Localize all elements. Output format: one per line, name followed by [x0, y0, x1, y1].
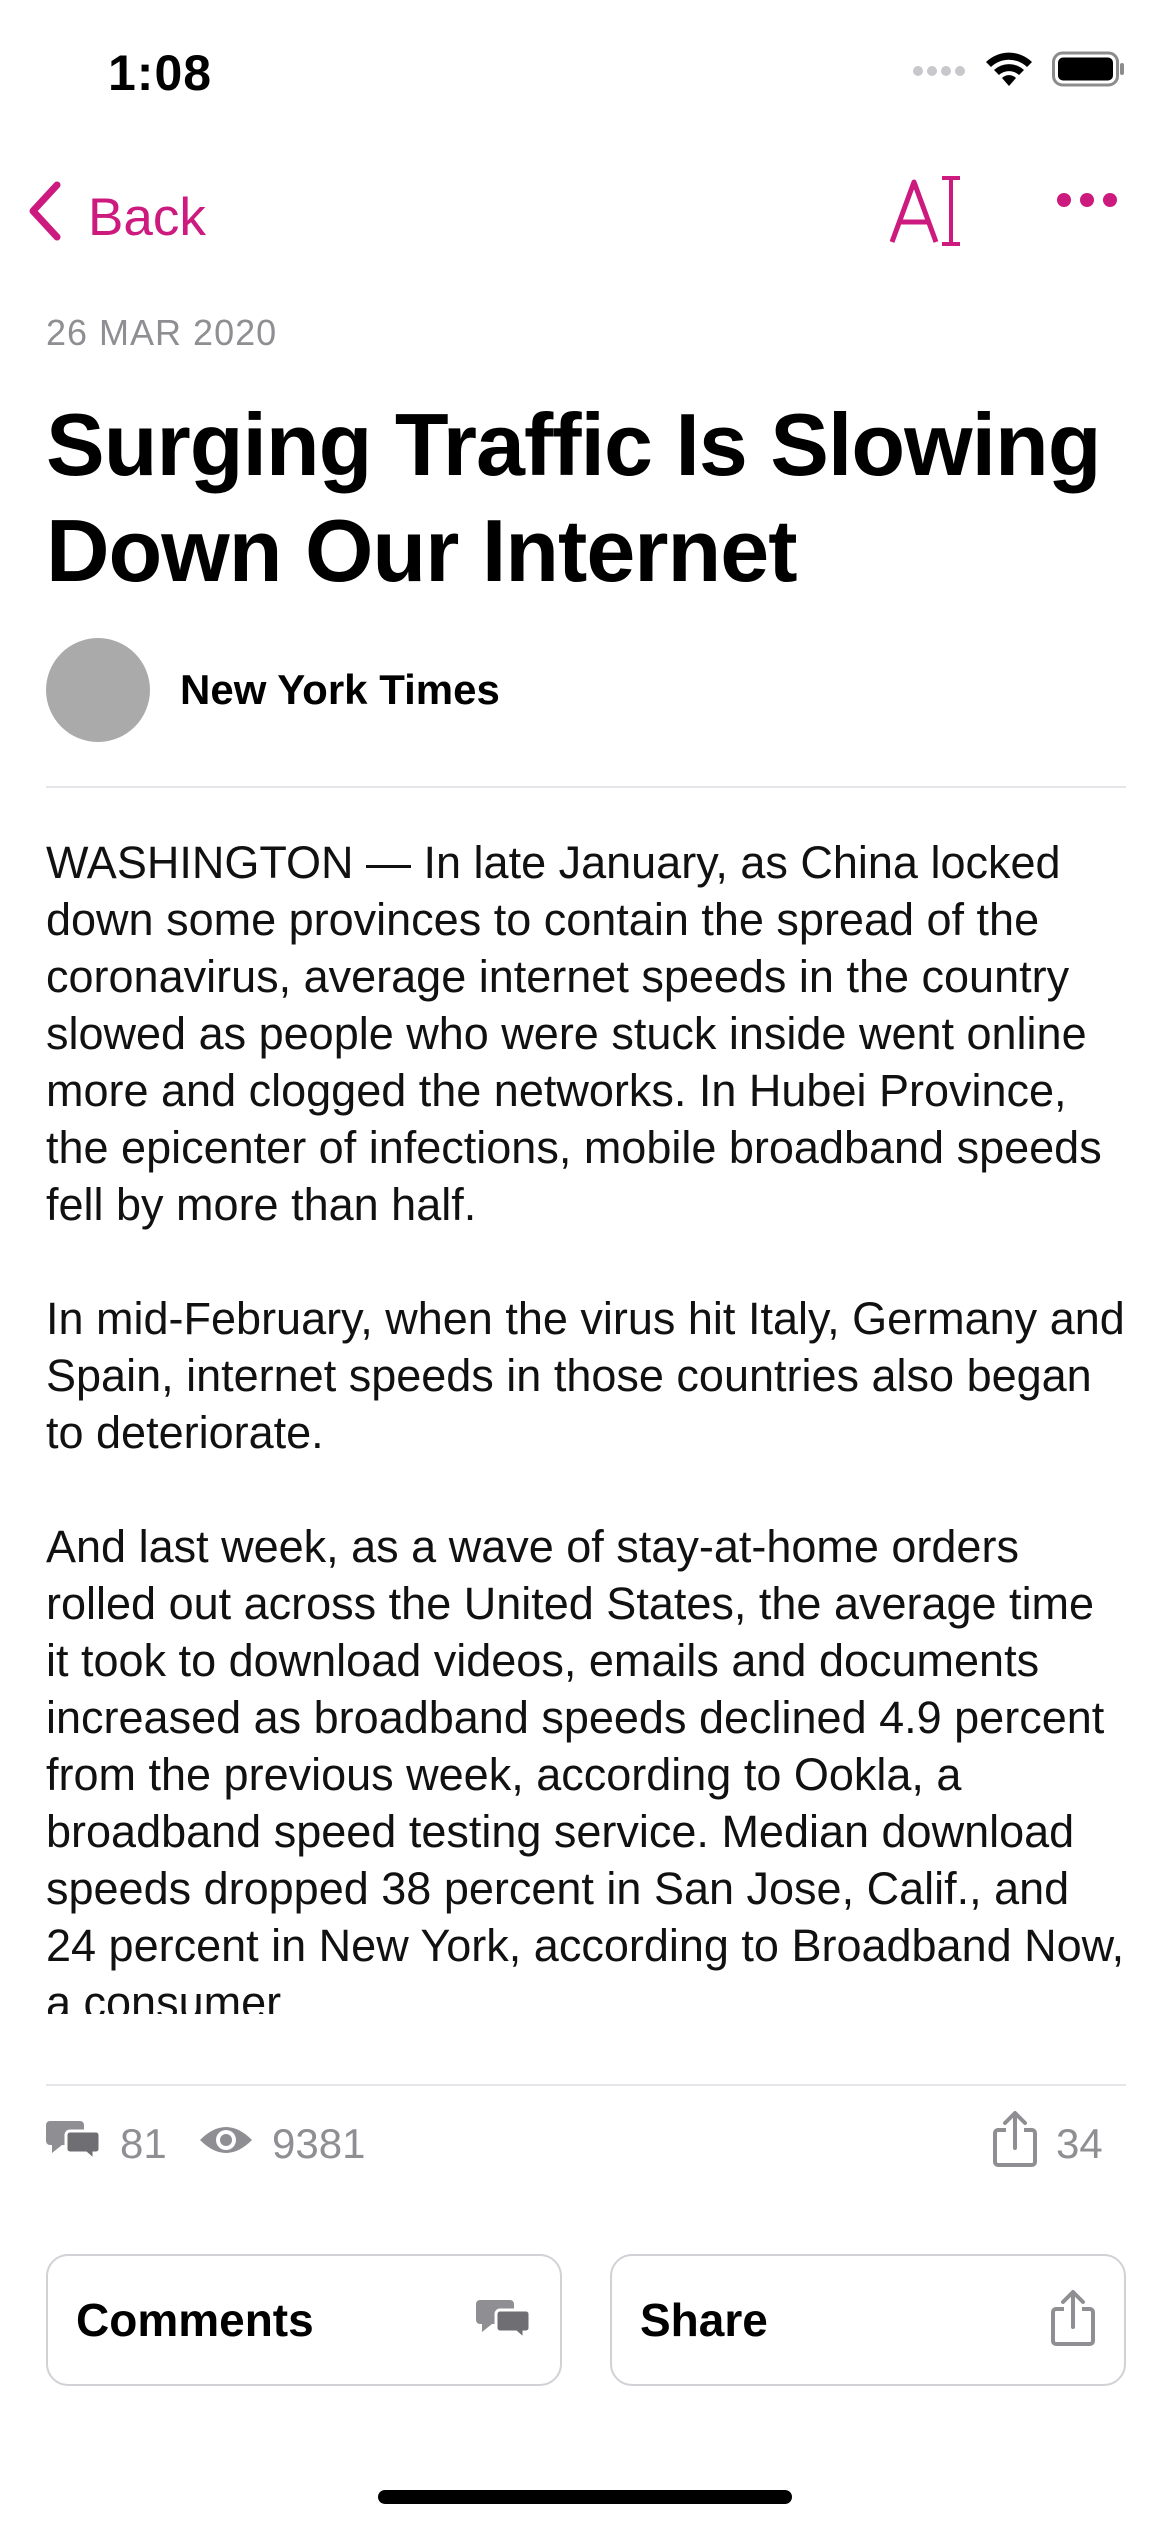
article-date: 26 MAR 2020 [46, 312, 278, 353]
action-buttons: Comments Share [46, 2254, 1126, 2388]
comments-stat: 81 [46, 2114, 167, 2174]
comments-count: 81 [120, 2120, 167, 2167]
shares-count: 34 [1056, 2120, 1103, 2167]
article-paragraph: WASHINGTON — In late January, as China l… [46, 837, 1102, 1230]
battery-icon [1052, 51, 1126, 92]
source-row[interactable]: New York Times [46, 638, 1126, 742]
share-icon [1050, 2289, 1096, 2352]
share-icon [992, 2110, 1038, 2178]
article-paragraph: And last week, as a wave of stay-at-home… [46, 1521, 1125, 2014]
chevron-left-icon [26, 180, 88, 255]
back-label: Back [88, 188, 206, 247]
status-icons [912, 50, 1126, 93]
source-name: New York Times [180, 666, 500, 713]
shares-stat: 34 [992, 2111, 1103, 2174]
article: 26 MAR 2020 Surging Traffic Is Slowing D… [46, 312, 1126, 2014]
back-button[interactable]: Back [26, 180, 206, 255]
views-stat: 9381 [198, 2114, 365, 2174]
stats-row: 81 9381 34 [46, 2111, 1126, 2174]
share-button[interactable]: Share [610, 2254, 1126, 2386]
status-time: 1:08 [108, 45, 213, 101]
article-body-viewport[interactable]: WASHINGTON — In late January, as China l… [46, 788, 1126, 2014]
article-body: WASHINGTON — In late January, as China l… [46, 834, 1126, 2014]
comments-icon [476, 2296, 532, 2345]
article-title: Surging Traffic Is Slowing Down Our Inte… [46, 395, 1102, 600]
comments-icon [46, 2117, 102, 2171]
more-icon [1056, 193, 1118, 212]
cellular-signal-icon [912, 61, 966, 82]
source-avatar [46, 638, 150, 742]
comments-button[interactable]: Comments [46, 2254, 562, 2386]
share-button-label: Share [640, 2294, 768, 2346]
text-size-button[interactable] [888, 172, 964, 253]
home-indicator[interactable] [378, 2490, 792, 2504]
status-bar: 1:08 [0, 0, 1170, 140]
views-count: 9381 [272, 2120, 366, 2167]
comments-button-label: Comments [76, 2294, 314, 2346]
more-button[interactable] [1056, 192, 1118, 213]
eye-icon [198, 2120, 254, 2168]
article-paragraph: In mid-February, when the virus hit Ital… [46, 1293, 1125, 1458]
text-size-icon [888, 176, 964, 252]
wifi-icon [984, 50, 1034, 93]
navigation-bar: Back [0, 160, 1170, 270]
divider [46, 2084, 1126, 2086]
